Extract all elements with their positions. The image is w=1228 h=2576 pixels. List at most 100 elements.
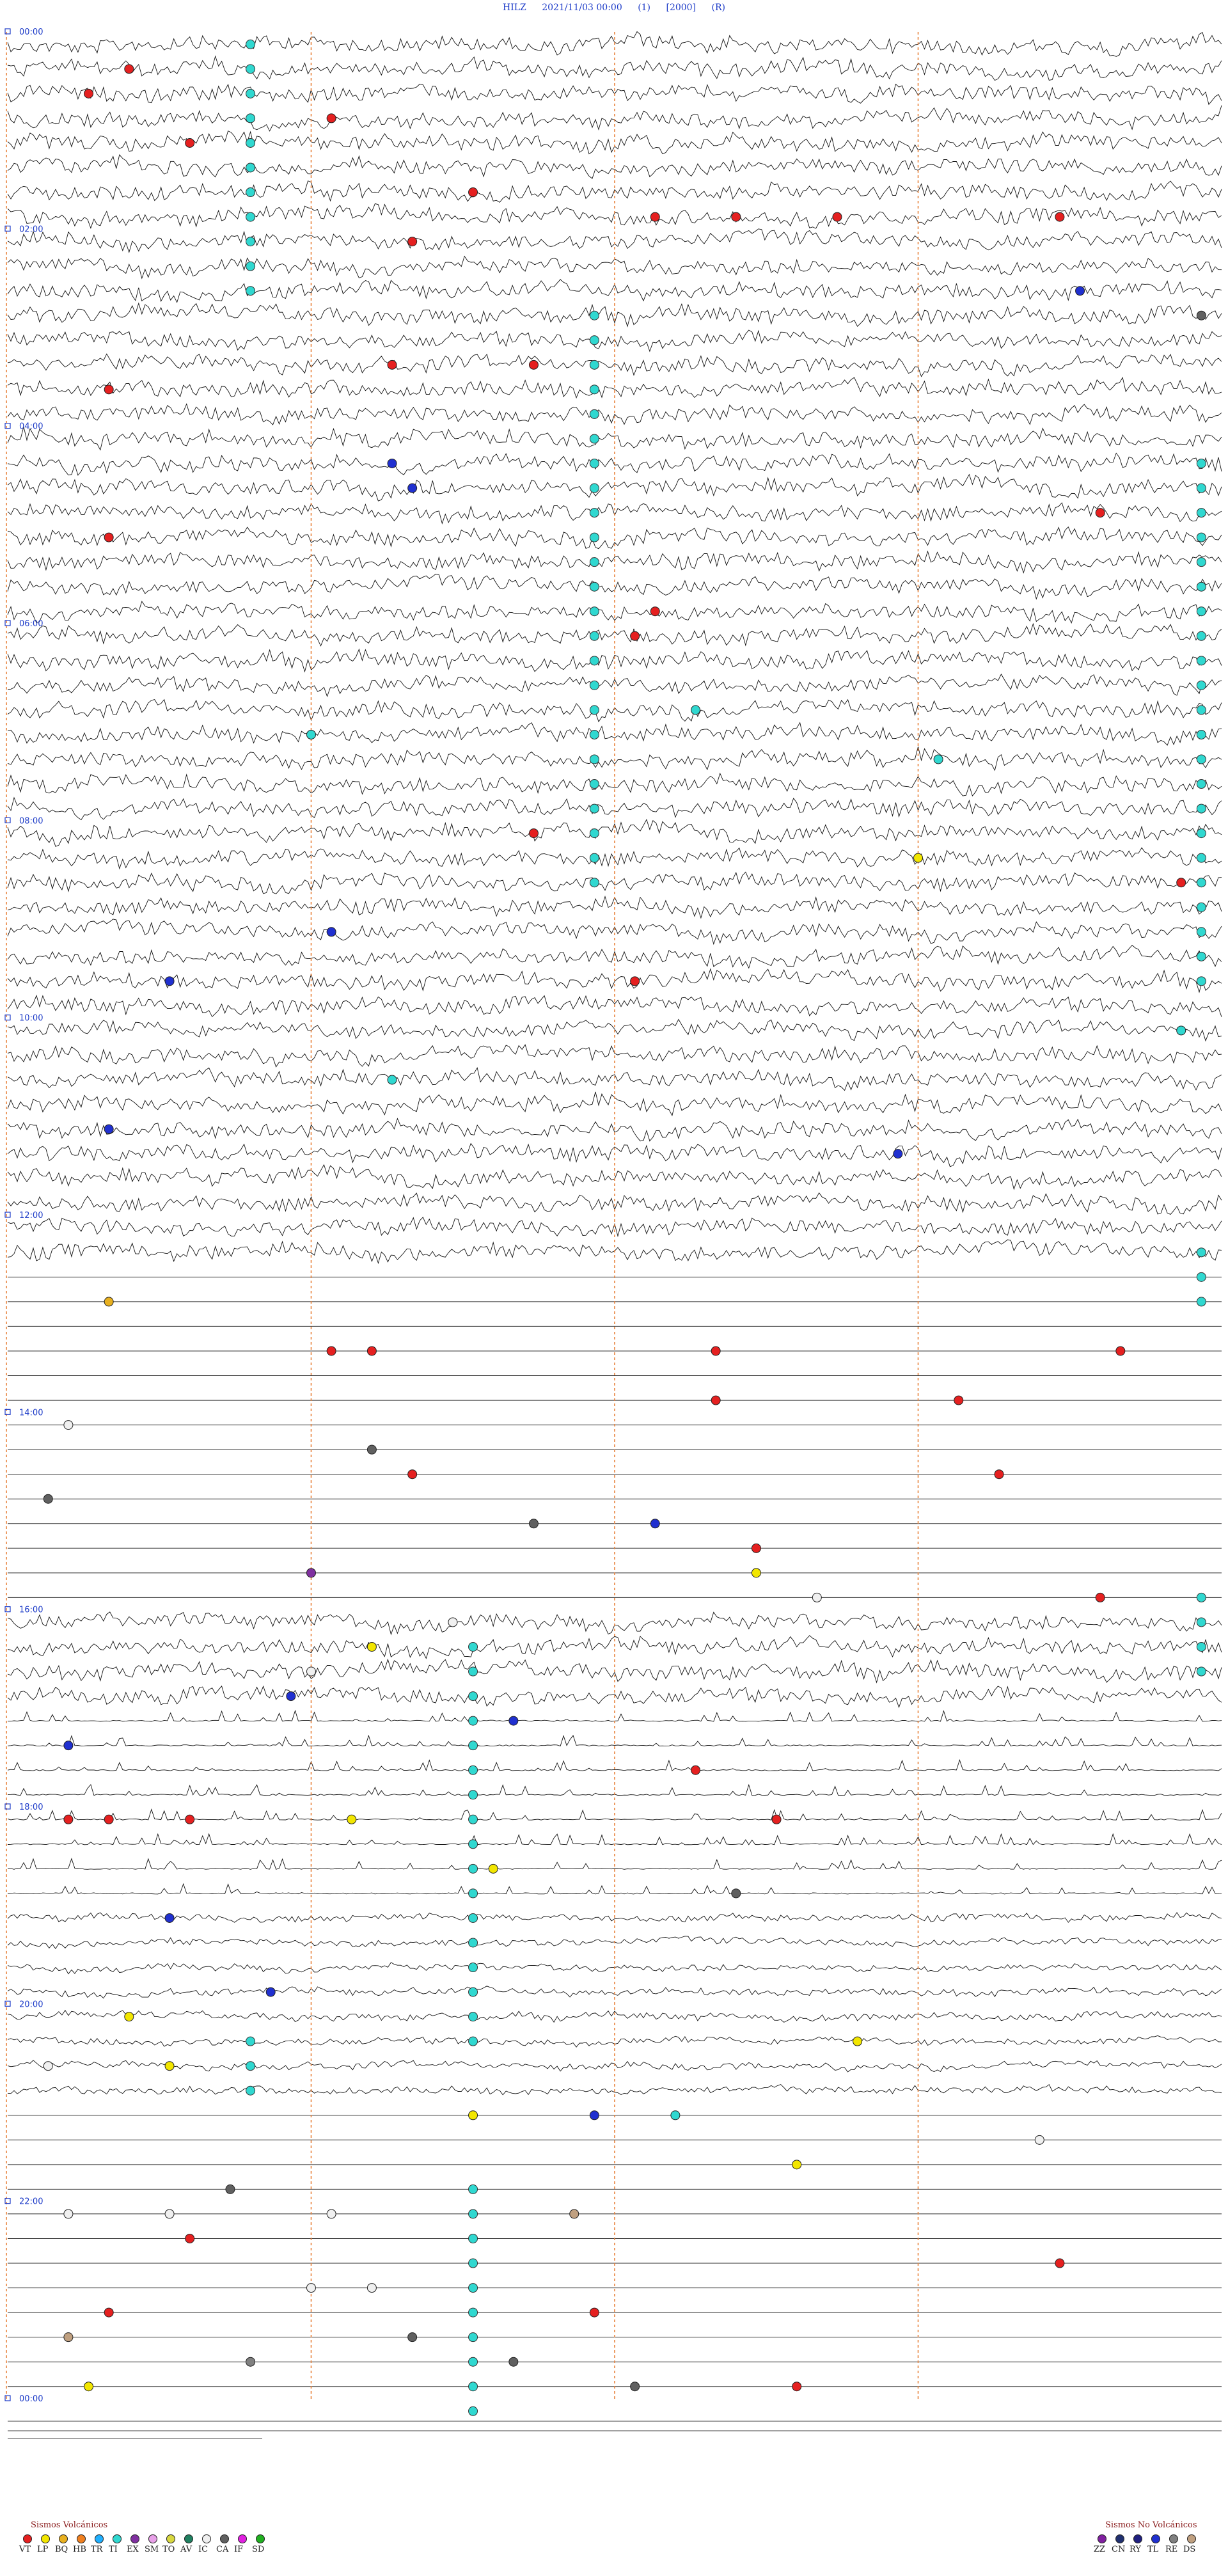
legend-swatch-CA [220, 2534, 229, 2543]
hour-label: 04:00 [19, 422, 43, 432]
event-marker-CA [1196, 310, 1206, 320]
legend-label-SM: SM [145, 2545, 159, 2554]
event-marker-TI [246, 88, 256, 99]
event-marker-TI [589, 631, 599, 641]
event-marker-IC [326, 2209, 336, 2219]
event-marker-VT [731, 212, 741, 222]
legend-swatch-AV [184, 2534, 193, 2543]
event-marker-TI [468, 1863, 478, 1874]
event-marker-TI [468, 2209, 478, 2219]
hour-label: 16:00 [19, 1606, 43, 1615]
event-marker-TI [468, 2332, 478, 2343]
legend-swatch-CN [1115, 2534, 1124, 2543]
event-marker-TI [246, 261, 256, 271]
event-marker-TI [1176, 1025, 1186, 1036]
event-marker-TI [589, 335, 599, 345]
event-marker-TI [589, 409, 599, 419]
event-marker-TI [1196, 828, 1206, 839]
event-marker-TI [589, 680, 599, 690]
legend-label-EX: EX [127, 2545, 139, 2554]
event-marker-VT [528, 828, 539, 839]
event-marker-VT [832, 212, 842, 222]
event-marker-CA [366, 1444, 377, 1455]
event-marker-TI [589, 483, 599, 493]
event-marker-DS [63, 2332, 74, 2343]
legend-label-TO: TO [162, 2545, 175, 2554]
event-marker-VT [650, 212, 660, 222]
legend-swatch-TO [166, 2534, 175, 2543]
event-marker-IC [448, 1617, 458, 1627]
legend-swatch-RY [1133, 2534, 1142, 2543]
legend-label-RE: RE [1165, 2545, 1178, 2554]
event-marker-TI [1196, 581, 1206, 592]
event-marker-TI [246, 2061, 256, 2071]
legend-label-DS: DS [1183, 2545, 1196, 2554]
event-marker-TI [468, 1888, 478, 1899]
event-marker-TI [306, 729, 316, 739]
event-marker-TL [387, 458, 397, 468]
event-marker-VT [84, 88, 94, 99]
event-marker-VT [63, 1814, 74, 1824]
event-marker-VT [407, 237, 418, 247]
event-marker-DS [569, 2209, 579, 2219]
event-marker-TI [468, 1716, 478, 1726]
event-marker-TI [691, 705, 701, 715]
legend-label-TR: TR [91, 2545, 103, 2554]
event-marker-TI [468, 2357, 478, 2367]
event-marker-TI [1196, 779, 1206, 789]
event-marker-TI [246, 2085, 256, 2096]
event-marker-TL [63, 1741, 74, 1751]
legend-swatch-LP [41, 2534, 50, 2543]
event-marker-TI [468, 1691, 478, 1702]
legend-swatch-DS [1187, 2534, 1196, 2543]
event-marker-TI [1196, 803, 1206, 814]
event-marker-TI [1196, 656, 1206, 666]
event-marker-VT [104, 1814, 114, 1824]
event-marker-BQ [104, 1297, 114, 1307]
event-marker-VT [650, 606, 660, 617]
event-marker-TI [589, 532, 599, 542]
event-marker-IC [43, 2061, 53, 2071]
event-marker-TI [589, 310, 599, 320]
event-marker-IC [366, 2283, 377, 2293]
event-marker-VT [691, 1765, 701, 1775]
event-marker-TL [650, 1519, 660, 1529]
event-marker-EX [306, 1568, 316, 1578]
event-marker-VT [185, 138, 195, 148]
event-marker-IC [63, 1420, 74, 1430]
legend-swatch-EX [130, 2534, 139, 2543]
legend-swatch-RE [1169, 2534, 1178, 2543]
event-marker-LP [751, 1568, 761, 1578]
event-marker-TI [246, 39, 256, 49]
event-marker-TI [933, 754, 943, 764]
event-marker-TI [468, 2382, 478, 2392]
hour-label: 08:00 [19, 816, 43, 826]
event-marker-TL [589, 2110, 599, 2121]
event-marker-IC [164, 2209, 175, 2219]
event-marker-CA [508, 2357, 519, 2367]
event-marker-TI [1196, 927, 1206, 937]
legend-label-BQ: BQ [55, 2545, 68, 2554]
event-marker-VT [954, 1395, 964, 1405]
legend-swatch-SD [256, 2534, 265, 2543]
event-marker-VT [326, 113, 336, 123]
legend-label-CA: CA [216, 2545, 229, 2554]
legend-swatch-IC [202, 2534, 211, 2543]
event-marker-VT [792, 2382, 802, 2392]
event-marker-VT [1115, 1346, 1126, 1356]
event-marker-TI [589, 458, 599, 468]
event-marker-VT [994, 1469, 1004, 1480]
event-marker-TI [589, 581, 599, 592]
event-marker-TI [468, 2307, 478, 2318]
event-marker-LP [84, 2382, 94, 2392]
event-marker-VT [1055, 2258, 1065, 2268]
event-marker-TI [468, 1963, 478, 1973]
event-marker-IC [63, 2209, 74, 2219]
event-marker-TI [468, 2036, 478, 2046]
event-marker-TI [589, 360, 599, 370]
event-marker-TI [589, 853, 599, 863]
event-marker-LP [366, 1641, 377, 1652]
event-marker-VT [589, 2307, 599, 2318]
hour-label: 00:00 [19, 28, 43, 37]
event-marker-VT [630, 631, 640, 641]
